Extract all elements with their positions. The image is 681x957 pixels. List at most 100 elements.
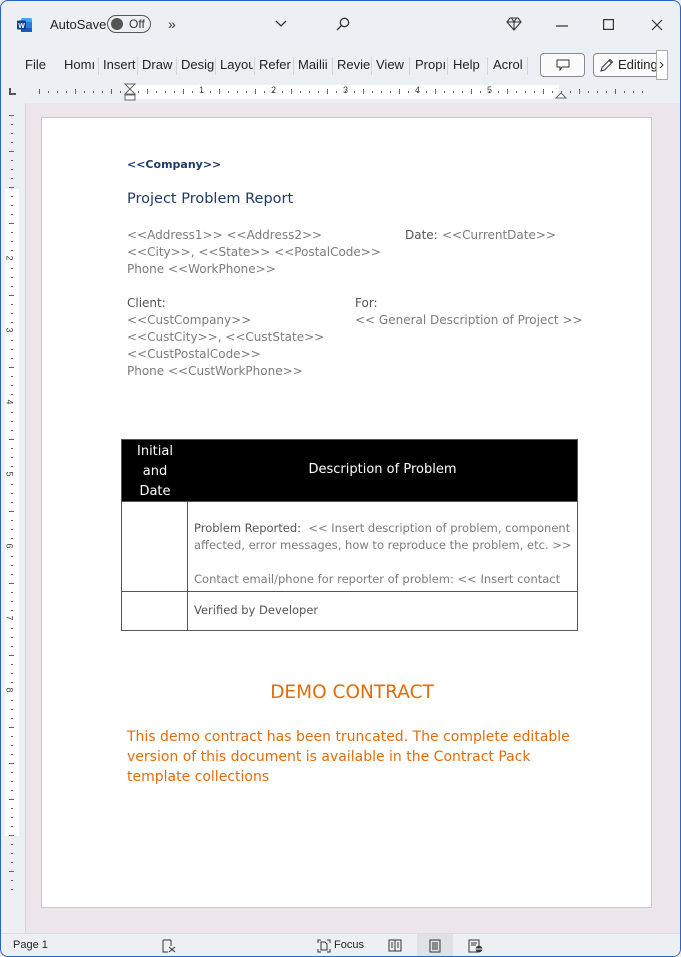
client-label: Client: <box>127 296 166 310</box>
ruler-tick <box>11 646 13 647</box>
more-commands-button[interactable]: » <box>168 16 176 32</box>
ruler-number: 2 <box>4 255 15 261</box>
horizontal-ruler[interactable]: 1 2 3 4 5 <box>29 83 649 101</box>
editing-mode-button[interactable]: Editing <box>593 53 665 77</box>
tab-review[interactable]: Revie <box>337 57 370 72</box>
ruler-tick <box>165 91 166 93</box>
ruler-tick <box>480 91 481 93</box>
ruler-tick <box>11 781 13 782</box>
tab-properties[interactable]: Propı <box>415 57 446 72</box>
tab-references[interactable]: Refer <box>259 57 292 72</box>
demo-title: DEMO CONTRACT <box>270 682 434 703</box>
tab-layout[interactable]: Layou <box>220 57 253 72</box>
ruler-number: 2 <box>271 85 277 95</box>
table-row[interactable]: Verified by Developer <box>122 591 577 630</box>
comment-icon <box>556 59 570 71</box>
ruler-tick <box>174 91 175 93</box>
comments-button[interactable] <box>540 53 585 77</box>
ruler-tick <box>11 826 13 827</box>
ruler-tick <box>381 91 382 93</box>
title-bar: W AutoSave Off » <box>1 1 680 49</box>
client-line: Phone <<CustWorkPhone>> <box>127 364 303 378</box>
focus-icon[interactable] <box>317 939 331 953</box>
ruler-tick <box>57 91 58 93</box>
problem-reported-label: Problem Reported: <box>194 521 302 535</box>
minimize-icon[interactable] <box>556 25 568 27</box>
close-icon[interactable] <box>651 19 663 31</box>
ruler-tick <box>11 250 13 251</box>
table-row[interactable]: Problem Reported: << Insert description … <box>122 501 577 591</box>
autosave-toggle[interactable]: Off <box>107 15 151 33</box>
ruler-tick <box>534 91 535 93</box>
tab-home[interactable]: Homı <box>64 57 96 72</box>
ruler-tick <box>282 91 283 93</box>
focus-button[interactable]: Focus <box>334 939 364 951</box>
tab-draw[interactable]: Draw <box>142 57 175 72</box>
ruler-tick <box>597 91 598 93</box>
ruler-tick <box>462 91 463 93</box>
ruler-number: 3 <box>343 85 349 95</box>
ruler-tick <box>11 718 13 719</box>
ruler-tick <box>39 89 40 94</box>
tab-divider <box>332 57 333 75</box>
tab-help[interactable]: Help <box>453 57 480 72</box>
ruler-tick <box>11 457 13 458</box>
ruler-tick <box>11 745 13 746</box>
date-value: <<CurrentDate>> <box>442 228 556 242</box>
tab-insert[interactable]: Insert <box>103 57 137 72</box>
client-line: <<CustPostalCode>> <box>127 347 261 361</box>
ruler-tick <box>579 89 580 94</box>
ruler-tick <box>543 89 544 94</box>
ruler-tick <box>237 91 238 93</box>
tab-view[interactable]: View <box>376 57 404 72</box>
ribbon-overflow-button[interactable] <box>656 50 668 80</box>
tab-selector[interactable] <box>9 88 16 95</box>
ruler-tick <box>255 89 256 94</box>
header-line: Initial <box>137 444 173 459</box>
chevron-down-icon[interactable] <box>275 20 287 28</box>
right-indent-marker[interactable] <box>555 91 567 99</box>
page-indicator[interactable]: Page 1 <box>13 939 48 951</box>
ruler-tick <box>192 91 193 93</box>
diamond-icon[interactable] <box>506 17 522 31</box>
vertical-ruler[interactable]: 2345678 <box>5 105 19 905</box>
tab-acrobat[interactable]: Acrol <box>493 57 525 72</box>
proofing-icon[interactable] <box>162 939 176 953</box>
ruler-tick <box>444 91 445 93</box>
ruler-tick <box>9 727 14 728</box>
ruler-number: 4 <box>415 85 421 95</box>
tab-design[interactable]: Desig <box>181 57 214 72</box>
indent-marker[interactable] <box>124 83 136 101</box>
word-window: W AutoSave Off » File Homı Insert Draw D… <box>0 0 681 957</box>
ruler-tick <box>11 448 13 449</box>
address-line: <<Address1>> <<Address2>> <box>127 228 323 242</box>
ruler-tick <box>9 151 14 152</box>
problem-table: Initial and Date Description of Problem … <box>121 439 578 631</box>
search-icon[interactable] <box>336 17 350 31</box>
ruler-tick <box>570 91 571 93</box>
ruler-tick <box>11 592 13 593</box>
web-layout-icon[interactable] <box>468 939 483 953</box>
ruler-tick <box>11 313 13 314</box>
ruler-tick <box>11 376 13 377</box>
ruler-tick <box>147 89 148 94</box>
ruler-tick <box>11 520 13 521</box>
ruler-tick <box>11 880 13 881</box>
pencil-icon <box>600 58 614 72</box>
ruler-tick <box>11 502 13 503</box>
ruler-tick <box>11 133 13 134</box>
tab-file[interactable]: File <box>25 57 46 72</box>
ruler-tick <box>453 91 454 93</box>
print-layout-button[interactable] <box>417 934 453 956</box>
ruler-number: 4 <box>4 399 15 405</box>
tab-divider <box>527 57 528 75</box>
maximize-icon[interactable] <box>603 19 614 30</box>
column-divider <box>187 502 188 591</box>
read-mode-icon[interactable] <box>388 939 402 952</box>
autosave-state: Off <box>129 17 145 31</box>
client-line: <<CustCompany>> <box>127 313 252 327</box>
ruler-tick <box>399 89 400 94</box>
ruler-tick <box>246 91 247 93</box>
svg-text:W: W <box>18 23 25 30</box>
tab-mailings[interactable]: Mailii <box>298 57 331 72</box>
